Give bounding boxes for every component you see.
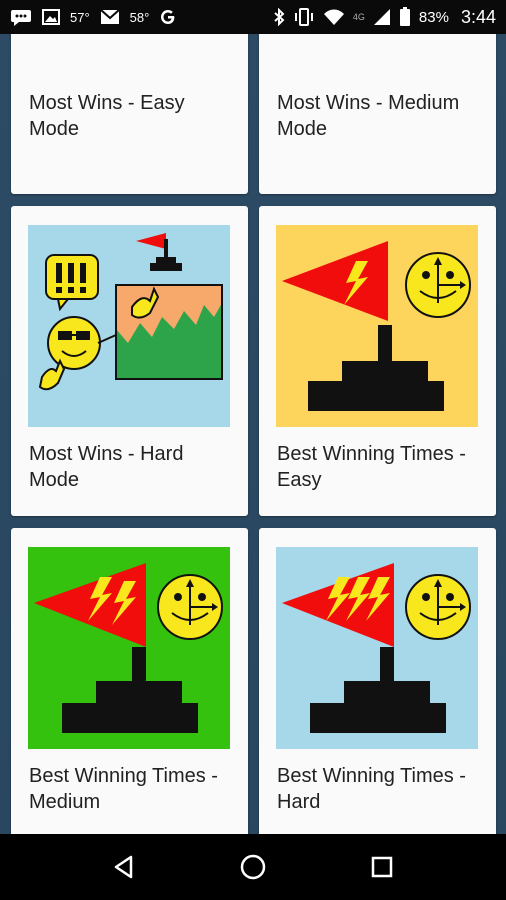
achievement-card-most-wins-hard[interactable]: Most Wins - Hard Mode (11, 206, 248, 516)
battery-percent: 83% (418, 8, 449, 26)
achievement-image (276, 225, 478, 427)
achievement-image (276, 547, 478, 749)
achievement-label: Best Winning Times - Medium (29, 765, 218, 813)
chat-notification-icon (10, 8, 32, 26)
green-tile-image (276, 34, 478, 59)
recents-icon (371, 856, 392, 878)
home-button[interactable] (229, 843, 277, 891)
achievement-card-most-wins-easy[interactable]: Most Wins - Easy Mode (11, 34, 248, 194)
network-type: 4G (352, 12, 365, 22)
temperature-2: 58° (129, 9, 150, 25)
achievement-card-most-wins-medium[interactable]: Most Wins - Medium Mode (259, 34, 496, 194)
temperature-1: 57° (70, 9, 90, 25)
achievement-card-best-times-hard[interactable]: Best Winning Times - Hard (259, 528, 496, 834)
flag-smiley-green-image (28, 547, 230, 749)
achievement-label: Best Winning Times - Hard (277, 765, 466, 813)
back-button[interactable] (100, 843, 148, 891)
google-icon (159, 8, 177, 26)
achievements-grid: Most Wins - Easy Mode Most Wins - Medium… (11, 34, 496, 834)
status-bar: 57° 58° 4G 83% 3:44 (0, 0, 506, 34)
bluetooth-icon (273, 8, 285, 26)
flag-smiley-yellow-image (276, 225, 478, 427)
achievement-image (28, 225, 230, 427)
smiley-chart-image (28, 225, 230, 427)
achievement-image (276, 34, 478, 59)
yellow-tile-image (28, 34, 230, 59)
achievement-label: Most Wins - Medium Mode (277, 92, 460, 140)
achievement-image (28, 34, 230, 59)
achievements-screen: Most Wins - Easy Mode Most Wins - Medium… (0, 34, 506, 834)
clock: 3:44 (460, 6, 496, 27)
achievement-label: Best Winning Times - Easy (277, 443, 466, 491)
home-icon (240, 854, 266, 880)
achievement-card-best-times-medium[interactable]: Best Winning Times - Medium (11, 528, 248, 834)
signal-icon (373, 8, 391, 26)
image-notification-icon (42, 9, 60, 25)
recents-button[interactable] (358, 843, 406, 891)
navigation-bar (0, 834, 506, 900)
battery-icon (399, 7, 411, 27)
achievement-label: Most Wins - Hard Mode (29, 443, 184, 491)
flag-smiley-blue-image (276, 547, 478, 749)
wifi-icon (323, 8, 345, 26)
vibrate-icon (293, 8, 315, 26)
achievement-image (28, 547, 230, 749)
back-icon (115, 855, 133, 879)
achievement-label: Most Wins - Easy Mode (29, 92, 185, 140)
achievement-card-best-times-easy[interactable]: Best Winning Times - Easy (259, 206, 496, 516)
gmail-icon (100, 9, 120, 25)
